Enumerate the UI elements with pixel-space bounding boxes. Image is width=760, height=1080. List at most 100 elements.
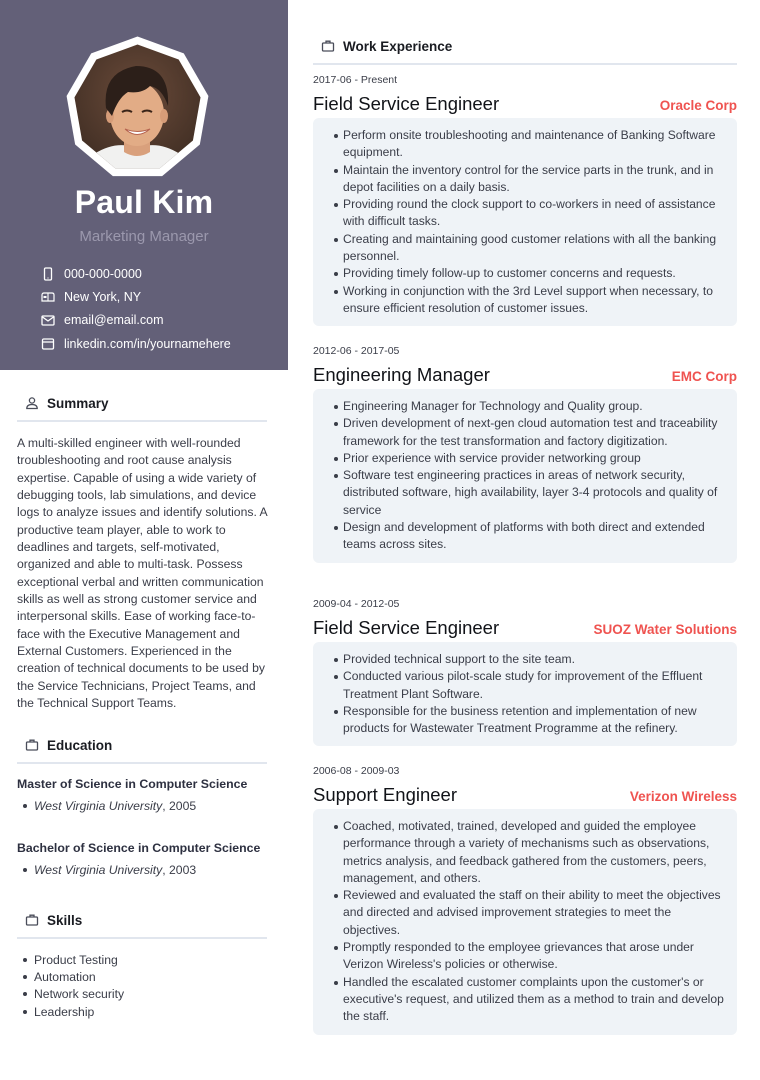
education-degree: Bachelor of Science in Computer Science	[17, 841, 261, 855]
education-title: Education	[47, 737, 113, 753]
contact-phone-text: 000-000-0000	[64, 266, 142, 281]
education-year: , 2005	[162, 799, 197, 813]
job-title: Support Engineer	[313, 784, 457, 805]
education-detail: West Virginia University, 2003	[17, 863, 267, 877]
job-company: EMC Corp	[671, 369, 737, 384]
job-bullet: Promptly responded to the employee griev…	[334, 939, 725, 974]
bullet-icon	[23, 974, 27, 979]
contact-location-text: New York, NY	[64, 289, 142, 304]
job-bullet: Perform onsite troubleshooting and maint…	[334, 127, 725, 162]
job-responsibilities: Engineering Manager for Technology and Q…	[313, 389, 737, 563]
skill-label: Product Testing	[34, 952, 118, 967]
contact-linkedin-link[interactable]: linkedin.com/in/yournamehere	[64, 337, 231, 351]
contact-email-link[interactable]: email@email.com	[64, 313, 164, 327]
summary-text: A multi-skilled engineer with well-round…	[17, 436, 267, 711]
job-entry: 2012-06 - 2017-05 Engineering Manager EM…	[313, 345, 737, 563]
skill-item: Product Testing	[17, 951, 267, 968]
bullet-icon	[23, 992, 27, 997]
job-title: Field Service Engineer	[313, 617, 500, 638]
phone-icon	[40, 266, 56, 282]
job-bullet: Responsible for the business retention a…	[334, 703, 725, 738]
job-responsibilities: Coached, motivated, trained, developed a…	[313, 809, 737, 1035]
education-institution: West Virginia University	[34, 799, 163, 813]
job-responsibilities: Provided technical support to the site t…	[313, 642, 737, 747]
job-company: Oracle Corp	[659, 98, 737, 113]
job-entry: 2009-04 - 2012-05 Field Service Engineer…	[313, 598, 737, 747]
briefcase-icon	[25, 738, 39, 752]
job-dates: 2009-04 - 2012-05	[313, 598, 400, 610]
job-dates: 2012-06 - 2017-05	[313, 345, 400, 357]
job-company: SUOZ Water Solutions	[593, 622, 737, 637]
work-experience-divider	[313, 63, 737, 65]
contact-list: 000-000-0000 New York, NY email@email.co…	[40, 262, 231, 355]
browser-window-icon	[40, 336, 56, 352]
education-year: , 2003	[162, 863, 197, 877]
skills-section: Skills Product Testing Automation Networ…	[17, 908, 267, 1020]
job-bullet: Design and development of platforms with…	[334, 519, 725, 554]
briefcase-icon	[321, 39, 335, 53]
mailbox-icon	[40, 289, 56, 305]
job-title: Engineering Manager	[313, 364, 490, 385]
profile-photo-frame	[66, 36, 209, 177]
bullet-icon	[23, 868, 27, 872]
contact-linkedin[interactable]: linkedin.com/in/yournamehere	[40, 332, 231, 355]
briefcase-icon	[25, 913, 39, 927]
job-bullet: Conducted various pilot-scale study for …	[334, 668, 725, 703]
skill-label: Network security	[34, 987, 125, 1002]
profile-role: Marketing Manager	[79, 228, 209, 245]
education-degree: Master of Science in Computer Science	[17, 777, 248, 791]
job-title: Field Service Engineer	[313, 93, 500, 114]
skills-heading: Skills	[17, 908, 267, 932]
job-dates: 2017-06 - Present	[313, 74, 398, 86]
work-experience-title: Work Experience	[343, 38, 453, 54]
job-header: Field Service Engineer SUOZ Water Soluti…	[313, 617, 737, 641]
job-responsibilities: Perform onsite troubleshooting and maint…	[313, 118, 737, 327]
education-divider	[17, 762, 267, 764]
job-bullet: Reviewed and evaluated the staff on thei…	[334, 887, 725, 939]
job-bullet: Engineering Manager for Technology and Q…	[334, 398, 725, 415]
education-section: Education Master of Science in Computer …	[17, 733, 267, 877]
skill-item: Network security	[17, 986, 267, 1003]
profile-photo	[66, 36, 209, 181]
contact-location: New York, NY	[40, 285, 231, 308]
envelope-icon	[40, 312, 56, 328]
contact-email[interactable]: email@email.com	[40, 309, 231, 332]
profile-name: Paul Kim	[74, 184, 214, 220]
job-bullet: Working in conjunction with the 3rd Leve…	[334, 283, 725, 318]
education-item: Bachelor of Science in Computer Science …	[17, 841, 267, 877]
summary-heading: Summary	[17, 391, 267, 415]
contact-phone: 000-000-0000	[40, 262, 231, 285]
job-bullet: Coached, motivated, trained, developed a…	[334, 818, 725, 887]
job-bullet: Prior experience with service provider n…	[334, 450, 725, 467]
summary-section: Summary A multi-skilled engineer with we…	[17, 391, 267, 713]
job-dates: 2006-08 - 2009-03	[313, 765, 400, 777]
job-bullet: Handled the escalated customer complaint…	[334, 974, 725, 1026]
bullet-icon	[23, 957, 27, 962]
bullet-icon	[23, 1009, 27, 1014]
job-header: Support Engineer Verizon Wireless	[313, 784, 737, 808]
summary-title: Summary	[47, 395, 109, 411]
left-column: Paul Kim Marketing Manager 000-000-0000 …	[0, 0, 288, 1080]
skill-label: Automation	[34, 969, 96, 984]
work-experience-heading: Work Experience	[313, 34, 737, 58]
profile-header: Paul Kim Marketing Manager 000-000-0000 …	[0, 0, 288, 370]
job-bullet: Providing timely follow-up to customer c…	[334, 265, 725, 282]
skill-item: Leadership	[17, 1003, 267, 1020]
education-heading: Education	[17, 733, 267, 757]
job-bullet: Software test engineering practices in a…	[334, 467, 725, 519]
job-bullet: Providing round the clock support to co-…	[334, 196, 725, 231]
job-entry: 2017-06 - Present Field Service Engineer…	[313, 74, 737, 327]
skills-divider	[17, 937, 267, 939]
education-institution: West Virginia University	[34, 863, 163, 877]
education-item: Master of Science in Computer Science We…	[17, 777, 267, 813]
job-entry: 2006-08 - 2009-03 Support Engineer Veriz…	[313, 765, 737, 1035]
bullet-icon	[23, 804, 27, 808]
work-experience-section: Work Experience	[313, 34, 737, 65]
skill-label: Leadership	[34, 1004, 95, 1019]
job-company: Verizon Wireless	[629, 789, 737, 804]
job-bullet: Provided technical support to the site t…	[334, 651, 725, 668]
job-bullet: Driven development of next-gen cloud aut…	[334, 415, 725, 450]
skills-list: Product Testing Automation Network secur…	[17, 951, 267, 1020]
summary-divider	[17, 420, 267, 422]
skill-item: Automation	[17, 968, 267, 985]
